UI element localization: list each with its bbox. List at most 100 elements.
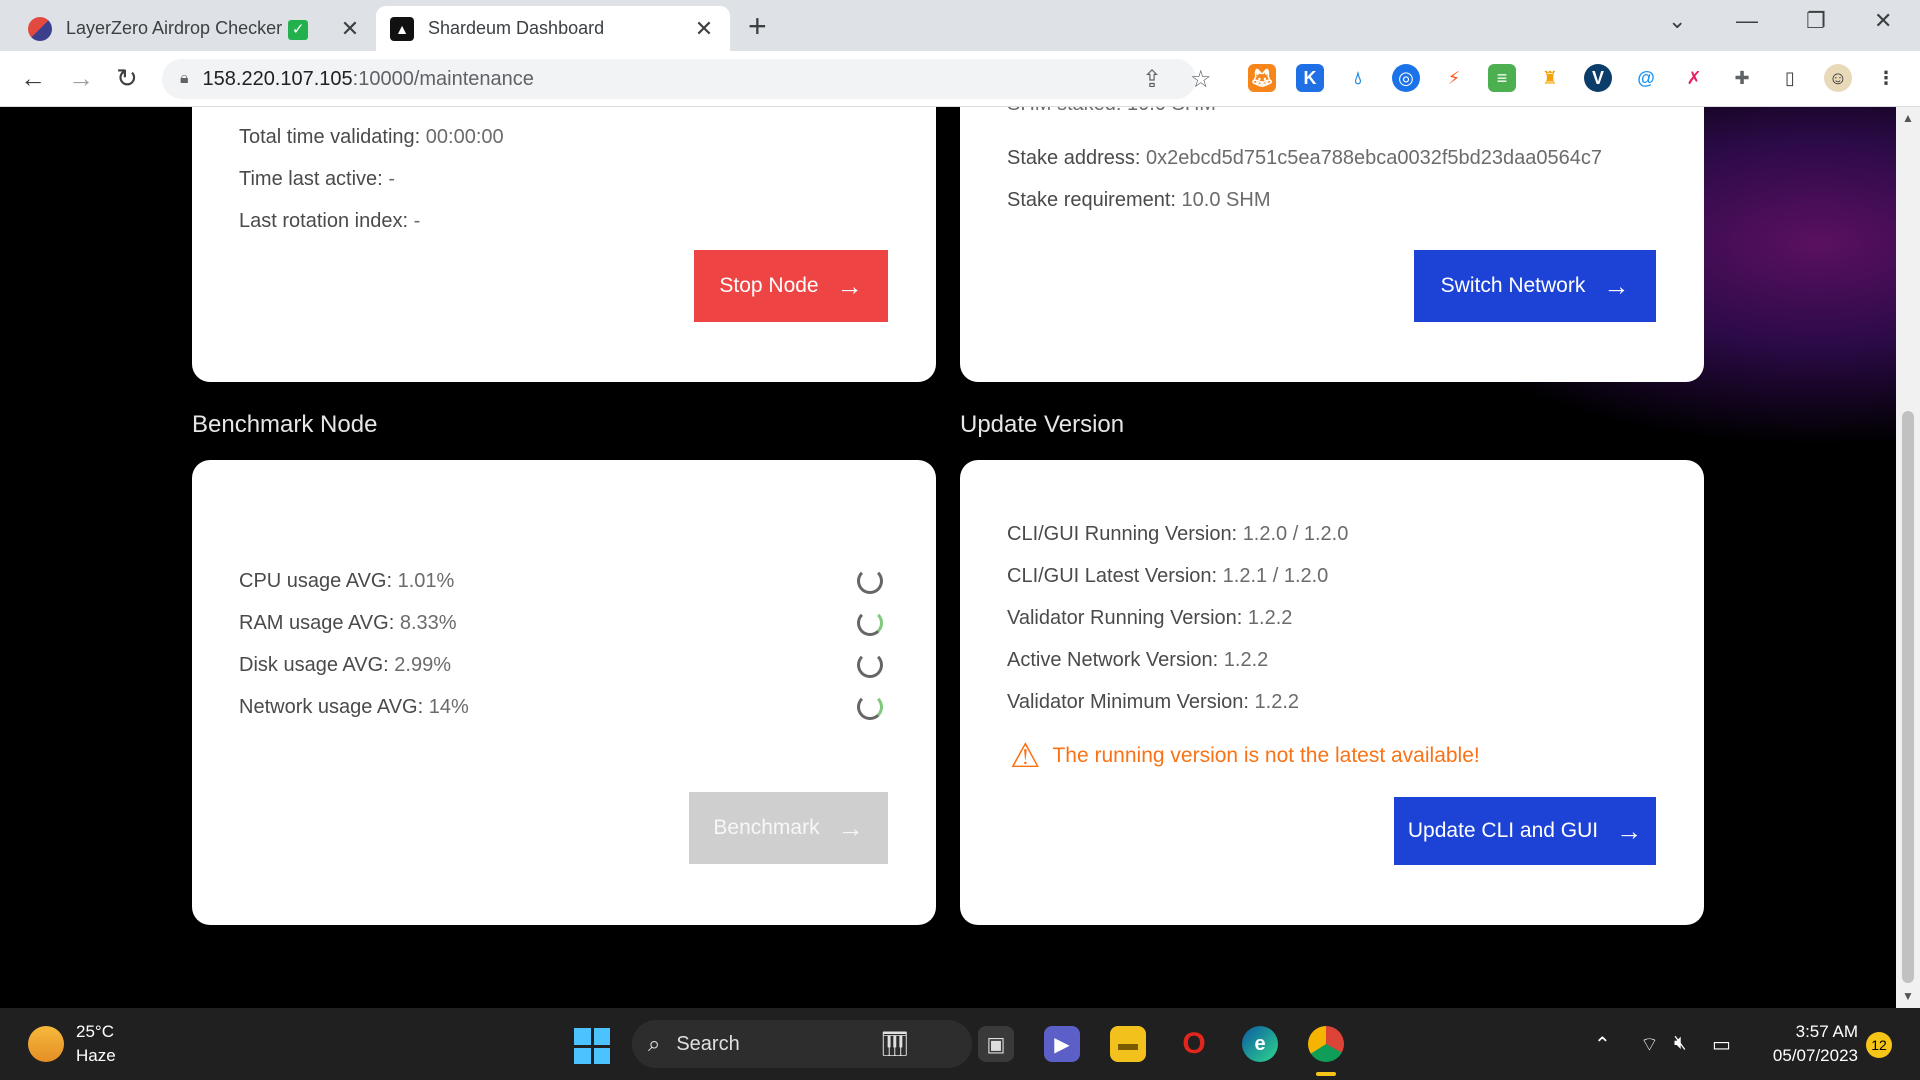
search-placeholder: Search [676,1032,740,1055]
tab-search-icon[interactable]: ⌄ [1668,8,1686,34]
share-icon[interactable]: ⇪ [1142,65,1162,94]
stake-requirement-row: Stake requirement: 10.0 SHM [1007,189,1271,211]
profile-avatar[interactable]: ☺ [1824,64,1852,92]
disk-usage-row: Disk usage AVG: 2.99% [239,654,451,676]
tab-strip: LayerZero Airdrop Checker ✓ ✕ ▲ Shardeum … [0,0,1920,51]
ram-usage-row: RAM usage AVG: 8.33% [239,612,457,634]
task-view-icon[interactable]: ▣ [978,1026,1014,1062]
address-toolbar: ← → ↻ 🔒︎ 158.220.107.105:10000/maintenan… [0,51,1920,107]
arrow-right-icon: → [837,812,864,843]
warning-icon: ⚠ [1010,737,1041,775]
stake-card: SHM staked: 10.0 SHM Stake address: 0x2e… [960,107,1704,382]
close-tab-icon[interactable]: ✕ [692,16,716,42]
shardeum-favicon: ▲ [390,16,414,41]
speaker-muted-icon[interactable]: 🔇︎ [1674,1032,1687,1055]
lock-icon: 🔒︎ [180,70,189,87]
tab-title: Shardeum Dashboard [428,18,605,38]
network-usage-row: Network usage AVG: 14% [239,696,469,718]
spark-icon[interactable]: ⚡︎ [1440,64,1468,92]
stack-icon[interactable]: ≡ [1488,64,1516,92]
benchmark-card: CPU usage AVG: 1.01% RAM usage AVG: 8.33… [192,460,936,925]
weather-widget[interactable]: 25°C Haze [28,1020,116,1068]
show-hidden-icons-chevron[interactable]: ⌃ [1594,1032,1611,1057]
cli-gui-running-row: CLI/GUI Running Version: 1.2.0 / 1.2.0 [1007,523,1349,545]
opera-icon[interactable]: O [1176,1026,1212,1062]
layerzero-favicon [28,16,52,41]
dashboard-page: Total time validating: 00:00:00 Time las… [0,107,1896,1008]
v-icon[interactable]: V [1584,64,1612,92]
scroll-up-icon[interactable]: ▲ [1902,111,1914,125]
shm-staked-row: SHM staked: 10.0 SHM [1007,107,1216,116]
total-time-row: Total time validating: 00:00:00 [239,126,504,148]
windows-taskbar: 25°C Haze ⌕ Search 🎹︎ ▣ ▶ ▬ O e ⌃ ⌔ 🔇︎ ▭… [0,1008,1920,1080]
new-tab-button[interactable]: + [748,8,767,45]
version-warning: ⚠ The running version is not the latest … [1010,737,1480,775]
loading-spinner-icon [857,610,883,636]
url-host: 158.220.107.105 [202,67,353,90]
puzzle-icon[interactable]: ✚ [1728,64,1756,92]
cpu-usage-row: CPU usage AVG: 1.01% [239,570,455,592]
edge-icon[interactable]: e [1242,1026,1278,1062]
forward-icon[interactable]: → [68,63,94,94]
wallet-icon[interactable]: ◎ [1392,64,1420,92]
battery-icon[interactable]: ▭ [1712,1032,1731,1057]
haze-sun-icon [28,1026,64,1062]
cli-gui-latest-row: CLI/GUI Latest Version: 1.2.1 / 1.2.0 [1007,565,1329,587]
arrow-right-icon: → [1616,815,1643,846]
checkmark-icon: ✓ [288,19,309,40]
switch-network-button[interactable]: Switch Network → [1414,250,1656,322]
weather-condition: Haze [76,1046,116,1065]
loading-spinner-icon [857,568,883,594]
close-tab-icon[interactable]: ✕ [338,16,362,42]
wifi-icon[interactable]: ⌔ [1640,1032,1659,1057]
validator-running-row: Validator Running Version: 1.2.2 [1007,607,1293,629]
update-cli-gui-button[interactable]: Update CLI and GUI → [1394,797,1656,865]
last-rotation-row: Last rotation index: - [239,210,421,232]
stop-node-button[interactable]: Stop Node → [694,250,888,322]
swirl-icon[interactable]: @ [1632,64,1660,92]
validator-minimum-row: Validator Minimum Version: 1.2.2 [1007,691,1299,713]
search-highlight-icon: 🎹︎ [879,1030,911,1058]
tab-title: LayerZero Airdrop Checker ✓ [66,18,338,40]
minimize-button[interactable]: — [1736,8,1758,34]
file-explorer-icon[interactable]: ▬ [1110,1026,1146,1062]
clock-time: 3:57 AM [1795,1022,1858,1041]
stake-address-row: Stake address: 0x2ebcd5d751c5ea788ebca00… [1007,147,1602,169]
clock-date: 05/07/2023 [1772,1046,1858,1065]
update-version-card: CLI/GUI Running Version: 1.2.0 / 1.2.0 C… [960,460,1704,925]
system-clock[interactable]: 3:57 AM 05/07/2023 [1750,1020,1858,1068]
url-path: :10000/maintenance [352,67,534,90]
scroll-down-icon[interactable]: ▼ [1902,989,1914,1003]
k-extension-icon[interactable]: K [1296,64,1324,92]
active-network-row: Active Network Version: 1.2.2 [1007,649,1269,671]
tab-layerzero[interactable]: LayerZero Airdrop Checker ✓ ✕ [14,6,376,51]
page-scrollbar[interactable]: ▲ ▼ [1896,107,1920,1008]
helmet-icon[interactable]: ♜ [1536,64,1564,92]
benchmark-node-title: Benchmark Node [192,411,378,438]
bookmark-star-icon[interactable]: ☆ [1190,65,1212,94]
x-icon[interactable]: ✗ [1680,64,1708,92]
close-window-button[interactable]: ✕ [1874,8,1892,34]
drop-icon[interactable]: 💧︎ [1344,64,1372,92]
time-last-active-row: Time last active: - [239,168,395,190]
tab-shardeum[interactable]: ▲ Shardeum Dashboard ✕ [376,6,730,51]
loading-spinner-icon [857,652,883,678]
taskbar-search[interactable]: ⌕ Search 🎹︎ [632,1020,972,1068]
restore-button[interactable]: ❐ [1806,8,1826,34]
loading-spinner-icon [857,694,883,720]
menu-icon[interactable]: ⋮ [1872,64,1900,92]
url-bar[interactable]: 🔒︎ 158.220.107.105:10000/maintenance [162,59,1196,99]
metamask-icon[interactable]: 🦊︎ [1248,64,1276,92]
windows-start-icon[interactable] [574,1028,610,1064]
back-icon[interactable]: ← [20,63,46,94]
sidepanel-icon[interactable]: ▯ [1776,64,1804,92]
node-status-card: Total time validating: 00:00:00 Time las… [192,107,936,382]
scrollbar-thumb[interactable] [1902,411,1914,983]
benchmark-button[interactable]: Benchmark → [689,792,888,864]
notification-badge[interactable]: 12 [1866,1032,1892,1058]
update-version-title: Update Version [960,411,1125,438]
temperature: 25°C [76,1022,114,1041]
teams-chat-icon[interactable]: ▶ [1044,1026,1080,1062]
reload-icon[interactable]: ↻ [116,63,138,94]
chrome-icon[interactable] [1308,1026,1344,1062]
